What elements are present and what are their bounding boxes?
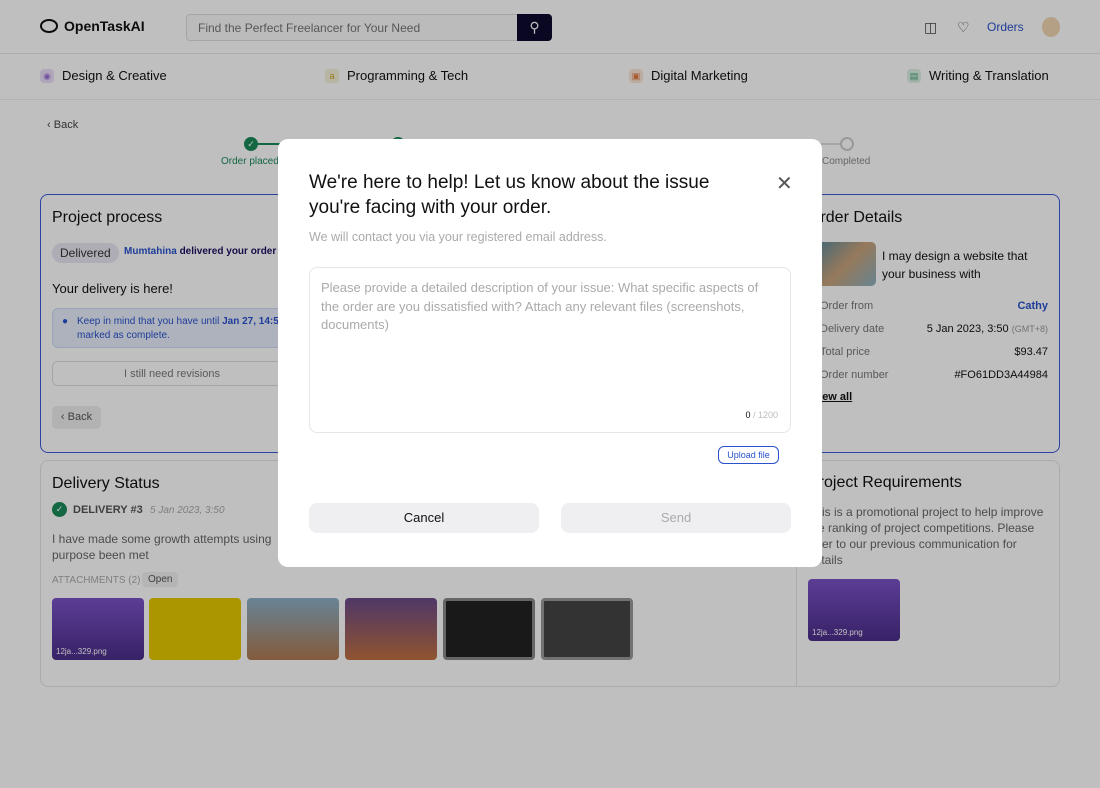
issue-description-input[interactable] — [310, 268, 790, 432]
char-counter: 0 / 1200 — [745, 410, 778, 420]
modal-subtitle: We will contact you via your registered … — [309, 230, 607, 244]
send-button[interactable]: Send — [561, 503, 791, 533]
upload-file-button[interactable]: Upload file — [718, 446, 779, 464]
modal-title: We're here to help! Let us know about th… — [309, 172, 710, 218]
cancel-button[interactable]: Cancel — [309, 503, 539, 533]
char-max: / 1200 — [752, 410, 778, 420]
char-count: 0 — [745, 410, 751, 420]
close-icon[interactable]: ✕ — [776, 171, 793, 196]
issue-description-field: 0 / 1200 — [309, 267, 791, 433]
report-issue-modal: We're here to help! Let us know about th… — [278, 139, 822, 567]
